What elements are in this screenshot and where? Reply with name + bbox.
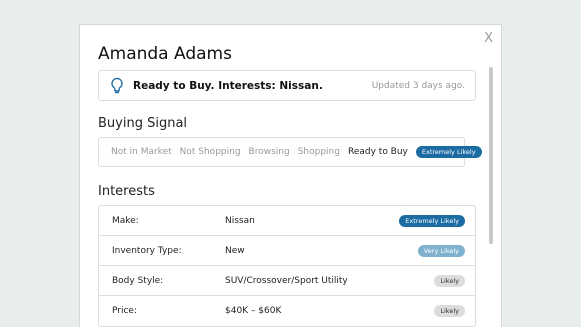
signal-step-not-in-market: Not in Market <box>111 147 172 157</box>
interest-label: Inventory Type: <box>112 245 182 256</box>
buying-signal-scale: Not in Market Not Shopping Browsing Shop… <box>98 137 482 167</box>
interest-row-make: Make: Nissan Extremely Likely <box>99 206 475 236</box>
interest-value: Nissan <box>225 215 255 226</box>
interest-value: $40K – $60K <box>225 306 282 316</box>
interest-value: New <box>225 245 245 256</box>
likelihood-badge: Very Likely <box>417 244 465 257</box>
buying-signal-title: Buying Signal <box>98 116 188 131</box>
likelihood-badge: Likely <box>434 305 465 317</box>
updated-timestamp: Updated 3 days ago. <box>371 80 465 91</box>
contact-name: Amanda Adams <box>98 44 232 64</box>
interest-label: Price: <box>112 306 137 316</box>
scrollbar[interactable] <box>489 67 493 244</box>
signal-step-shopping: Shopping <box>297 147 340 157</box>
interest-row-price: Price: $40K – $60K Likely <box>99 296 475 326</box>
signal-step-not-shopping: Not Shopping <box>179 147 241 157</box>
signal-step-ready-to-buy: Ready to Buy <box>347 147 408 157</box>
interests-title: Interests <box>98 184 155 199</box>
summary-box: Ready to Buy. Interests: Nissan. Updated… <box>98 70 476 101</box>
signal-badge: Extremely Likely <box>415 146 482 158</box>
close-button[interactable]: X <box>484 31 493 46</box>
interest-row-body-style: Body Style: SUV/Crossover/Sport Utility … <box>99 266 475 296</box>
interest-label: Make: <box>112 215 139 226</box>
lightbulb-icon <box>111 77 123 93</box>
interest-label: Body Style: <box>112 275 164 286</box>
likelihood-badge: Likely <box>434 274 465 287</box>
summary-text: Ready to Buy. Interests: Nissan. <box>133 79 323 92</box>
signal-step-browsing: Browsing <box>248 147 290 157</box>
interest-value: SUV/Crossover/Sport Utility <box>225 275 348 286</box>
interests-table: Make: Nissan Extremely Likely Inventory … <box>98 205 476 327</box>
likelihood-badge: Extremely Likely <box>399 214 465 227</box>
interest-row-inventory-type: Inventory Type: New Very Likely <box>99 236 475 266</box>
contact-modal: X Amanda Adams Ready to Buy. Interests: … <box>79 24 502 327</box>
